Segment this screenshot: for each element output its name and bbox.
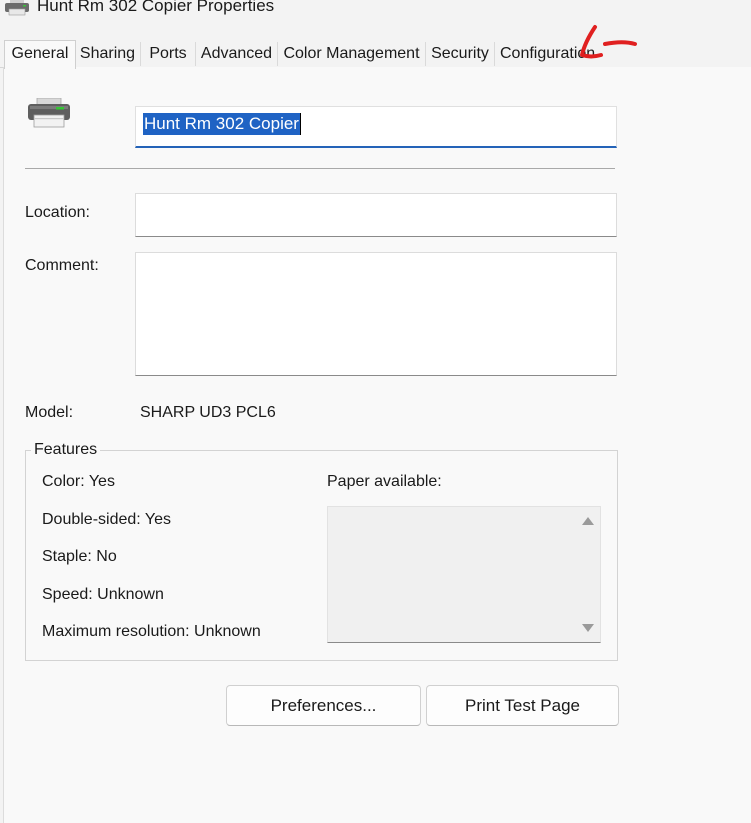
separator — [25, 168, 615, 169]
tab-color-management[interactable]: Color Management — [278, 42, 426, 66]
location-label: Location: — [25, 204, 90, 221]
print-test-page-button[interactable]: Print Test Page — [426, 685, 619, 726]
preferences-button[interactable]: Preferences... — [226, 685, 421, 726]
text-caret — [299, 113, 301, 135]
scroll-up-arrow-icon[interactable] — [582, 517, 594, 525]
comment-textarea[interactable] — [135, 252, 617, 376]
feature-double-sided: Double-sided: Yes — [42, 511, 171, 528]
scroll-down-arrow-icon[interactable] — [582, 624, 594, 632]
feature-staple: Staple: No — [42, 548, 117, 565]
red-annotation-mark — [580, 25, 637, 59]
paper-list-scrollbar[interactable] — [576, 507, 600, 642]
tab-security[interactable]: Security — [426, 42, 495, 66]
printer-name-input[interactable]: Hunt Rm 302 Copier — [135, 106, 617, 148]
comment-label: Comment: — [25, 257, 99, 274]
feature-color: Color: Yes — [42, 473, 115, 490]
printer-icon — [5, 0, 29, 16]
location-input[interactable] — [135, 193, 617, 237]
tab-sharing[interactable]: Sharing — [75, 42, 141, 66]
window-title: Hunt Rm 302 Copier Properties — [37, 0, 275, 15]
feature-speed: Speed: Unknown — [42, 586, 164, 603]
model-label: Model: — [25, 404, 74, 421]
tab-ports[interactable]: Ports — [141, 42, 196, 66]
features-title: Features — [31, 441, 101, 459]
tab-advanced[interactable]: Advanced — [196, 42, 278, 66]
title-bar: Hunt Rm 302 Copier Properties — [0, 0, 751, 20]
printer-icon — [28, 98, 70, 128]
tab-general[interactable]: General — [4, 40, 76, 69]
printer-name-text: Hunt Rm 302 Copier — [143, 113, 301, 135]
model-value: SHARP UD3 PCL6 — [140, 404, 276, 421]
feature-max-resolution: Maximum resolution: Unknown — [42, 623, 261, 640]
paper-available-label: Paper available: — [327, 473, 442, 490]
paper-available-list[interactable] — [327, 506, 601, 643]
